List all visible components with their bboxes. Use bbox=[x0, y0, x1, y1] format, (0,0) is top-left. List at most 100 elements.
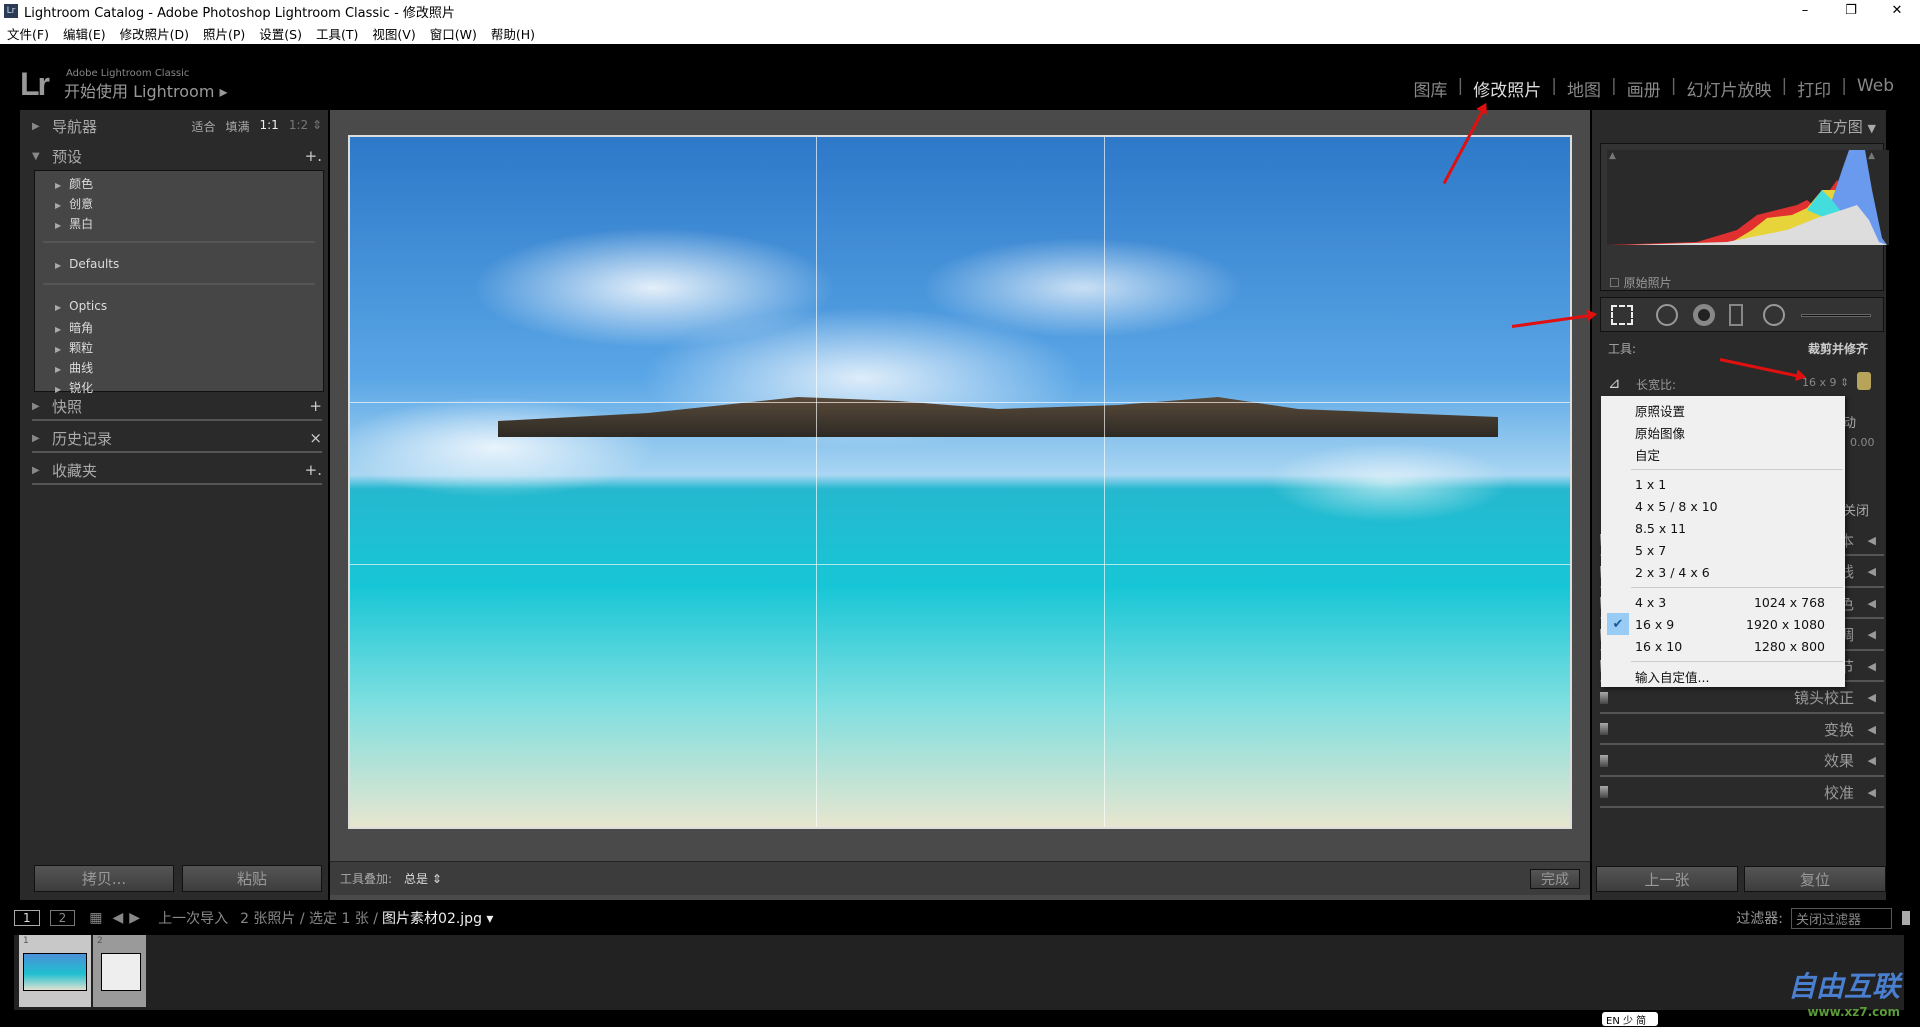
menu-item[interactable]: 5 x 7 bbox=[1635, 540, 1825, 560]
menu-item[interactable]: 照片(P) bbox=[203, 24, 245, 43]
graduated-filter-icon[interactable] bbox=[1729, 304, 1743, 326]
filter-lock-toggle[interactable] bbox=[1902, 911, 1910, 925]
previous-button[interactable]: 上一张 bbox=[1596, 866, 1738, 892]
filmstrip-thumb-2[interactable]: 2 bbox=[93, 935, 146, 1007]
add-preset-icon[interactable]: +. bbox=[305, 147, 322, 165]
lr-logo: Lr bbox=[20, 66, 50, 102]
crop-tool-icon[interactable] bbox=[1611, 305, 1633, 325]
preset-folder[interactable]: ▶ 创意 bbox=[55, 195, 93, 212]
histogram-header[interactable]: 直方图 ▼ bbox=[1818, 116, 1876, 137]
filter-select[interactable]: 关闭过滤器 bbox=[1790, 907, 1892, 929]
history-header[interactable]: ▶ 历史记录 × bbox=[32, 425, 322, 453]
crop-angle-icon[interactable]: ⊿ bbox=[1608, 374, 1621, 392]
menu-item[interactable]: 4 x 5 / 8 x 10 bbox=[1635, 496, 1825, 516]
presets-header[interactable]: ▼ 预设 +. bbox=[32, 142, 322, 170]
clear-history-icon[interactable]: × bbox=[309, 429, 322, 447]
collections-header[interactable]: ▶ 收藏夹 +. bbox=[32, 457, 322, 485]
zoom-fit[interactable]: 适合 bbox=[191, 118, 215, 135]
presets-title: 预设 bbox=[52, 147, 83, 166]
close-crop-fragment[interactable]: 关闭 bbox=[1843, 500, 1869, 519]
menu-item[interactable]: 窗口(W) bbox=[430, 24, 477, 43]
aspect-select[interactable]: 16 x 9 ⇕ bbox=[1802, 376, 1849, 389]
close-button[interactable]: ✕ bbox=[1874, 0, 1920, 22]
menu-item[interactable]: 8.5 x 11 bbox=[1635, 518, 1825, 538]
done-button[interactable]: 完成 bbox=[1530, 868, 1580, 889]
paste-button[interactable]: 粘贴 bbox=[182, 865, 322, 892]
module-3[interactable]: 画册 bbox=[1617, 76, 1671, 101]
maximize-button[interactable]: ❐ bbox=[1828, 0, 1874, 22]
menu-item[interactable]: 2 x 3 / 4 x 6 bbox=[1635, 562, 1825, 582]
adjustment-brush-slider[interactable] bbox=[1801, 314, 1871, 317]
main-window-button[interactable]: 1 bbox=[14, 910, 40, 926]
module-1[interactable]: 修改照片 bbox=[1463, 76, 1551, 101]
menu-item[interactable]: 16 x 10 1280 x 800 bbox=[1635, 636, 1825, 656]
back-arrow-icon[interactable]: ◀ bbox=[113, 910, 124, 926]
section-toggle-switch[interactable] bbox=[1600, 723, 1608, 735]
module-6[interactable]: Web bbox=[1847, 76, 1904, 101]
preset-folder[interactable]: ▶ Defaults bbox=[55, 257, 119, 271]
source-label[interactable]: 上一次导入 bbox=[158, 908, 228, 928]
zoom-fill[interactable]: 填满 bbox=[225, 118, 249, 135]
menu-item[interactable]: 原照设置 bbox=[1635, 400, 1825, 420]
identity-plate[interactable]: 开始使用 Lightroom ▸ bbox=[64, 78, 228, 102]
crop-frame[interactable] bbox=[348, 135, 1572, 829]
second-window-button[interactable]: 2 bbox=[49, 910, 76, 926]
expand-triangle-icon: ▶ bbox=[55, 325, 62, 334]
copy-button[interactable]: 拷贝... bbox=[34, 865, 174, 892]
menu-item[interactable]: 自定 bbox=[1635, 444, 1825, 464]
menu-item[interactable]: 设置(S) bbox=[259, 24, 302, 43]
module-4[interactable]: 幻灯片放映 bbox=[1676, 76, 1781, 101]
zoom-1-1[interactable]: 1:1 bbox=[260, 118, 279, 135]
develop-section[interactable]: 变换 ◀ bbox=[1600, 715, 1884, 745]
filmstrip-thumb-1[interactable]: 1 bbox=[19, 935, 91, 1007]
menu-item[interactable]: 原始图像 bbox=[1635, 422, 1825, 442]
shadow-clipping-icon[interactable]: ▲ bbox=[1609, 151, 1616, 161]
preset-folder-label: 颗粒 bbox=[69, 341, 94, 355]
preset-folder[interactable]: ▶ 黑白 bbox=[55, 215, 93, 232]
develop-section[interactable]: 效果 ◀ bbox=[1600, 747, 1884, 777]
menu-item[interactable]: 16 x 9 1920 x 1080 bbox=[1635, 614, 1825, 634]
thumb-image bbox=[23, 953, 87, 991]
module-2[interactable]: 地图 bbox=[1557, 76, 1611, 101]
develop-section[interactable]: 校准 ◀ bbox=[1600, 778, 1884, 808]
minimize-button[interactable]: – bbox=[1782, 0, 1828, 22]
preset-folder[interactable]: ▶ Optics bbox=[55, 299, 107, 313]
tool-overlay-select[interactable]: 总是 ⇕ bbox=[404, 870, 442, 887]
lock-icon[interactable] bbox=[1857, 372, 1871, 390]
menu-item[interactable]: 工具(T) bbox=[316, 24, 358, 43]
add-collection-icon[interactable]: +. bbox=[305, 461, 322, 479]
add-snapshot-icon[interactable]: + bbox=[309, 397, 322, 415]
forward-arrow-icon[interactable]: ▶ bbox=[129, 910, 140, 926]
red-eye-icon[interactable] bbox=[1693, 304, 1715, 326]
menu-item-custom[interactable]: 输入自定值... bbox=[1635, 666, 1825, 686]
original-photo-checkbox[interactable]: ☐ 原始照片 bbox=[1609, 274, 1672, 291]
module-5[interactable]: 打印 bbox=[1787, 76, 1841, 101]
menu-item[interactable]: 修改照片(D) bbox=[120, 24, 189, 43]
snapshots-header[interactable]: ▶ 快照 + bbox=[32, 393, 322, 421]
radial-filter-icon[interactable] bbox=[1763, 304, 1785, 326]
filename-menu[interactable]: 图片素材02.jpg ▾ bbox=[382, 908, 493, 928]
preset-folder[interactable]: ▶ 暗角 bbox=[55, 319, 93, 336]
grid-view-icon[interactable]: ▦ bbox=[89, 910, 102, 926]
section-toggle-switch[interactable] bbox=[1600, 786, 1608, 798]
highlight-clipping-icon[interactable]: ▲ bbox=[1868, 151, 1875, 161]
spot-removal-icon[interactable] bbox=[1656, 304, 1678, 326]
section-toggle-switch[interactable] bbox=[1600, 754, 1608, 767]
histogram: ▲ ▲ ☐ 原始照片 bbox=[1600, 143, 1889, 291]
section-toggle-switch[interactable] bbox=[1600, 691, 1608, 704]
menu-item[interactable]: 编辑(E) bbox=[63, 24, 106, 43]
menu-item[interactable]: 帮助(H) bbox=[491, 24, 535, 43]
preset-folder[interactable]: ▶ 颗粒 bbox=[55, 339, 93, 356]
menu-item[interactable]: 4 x 3 1024 x 768 bbox=[1635, 592, 1825, 612]
zoom-1-2[interactable]: 1:2 ⇕ bbox=[289, 118, 322, 135]
app-icon: Lr bbox=[4, 4, 18, 18]
reset-button[interactable]: 复位 bbox=[1744, 866, 1886, 892]
menu-item[interactable]: 视图(V) bbox=[372, 24, 415, 43]
module-0[interactable]: 图库 bbox=[1404, 76, 1458, 101]
develop-section[interactable]: 镜头校正 ◀ bbox=[1600, 684, 1884, 714]
menu-item[interactable]: 文件(F) bbox=[7, 24, 49, 43]
preset-folder[interactable]: ▶ 颜色 bbox=[55, 175, 93, 192]
navigator-header[interactable]: ▶ 导航器 适合 填满 1:1 1:2 ⇕ bbox=[32, 112, 322, 140]
preset-folder[interactable]: ▶ 曲线 bbox=[55, 359, 93, 376]
menu-item[interactable]: 1 x 1 bbox=[1635, 474, 1825, 494]
